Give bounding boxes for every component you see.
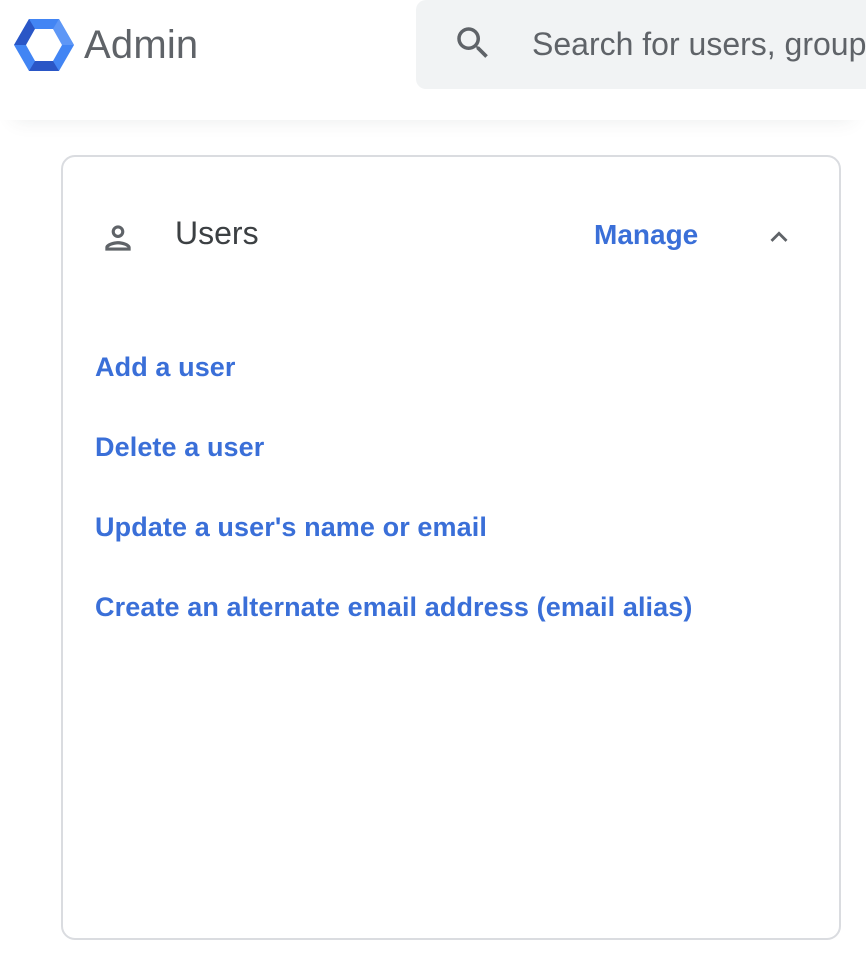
collapse-card-button[interactable] — [757, 215, 801, 259]
admin-brand[interactable]: Admin — [14, 17, 198, 73]
list-item: Update a user's name or email — [95, 507, 693, 587]
search-input[interactable] — [532, 0, 866, 89]
list-item: Create an alternate email address (email… — [95, 587, 693, 667]
hexagon-logo-icon — [14, 19, 74, 71]
users-card-header: Users Manage — [63, 157, 839, 317]
search-bar[interactable] — [416, 0, 866, 89]
manage-users-link[interactable]: Manage — [594, 219, 698, 251]
app-name: Admin — [84, 22, 199, 67]
delete-user-link[interactable]: Delete a user — [95, 432, 264, 462]
add-user-link[interactable]: Add a user — [95, 352, 236, 382]
search-icon[interactable] — [452, 22, 494, 64]
list-item: Add a user — [95, 347, 693, 427]
chevron-up-icon — [770, 231, 788, 242]
person-icon — [105, 225, 131, 251]
create-email-alias-link[interactable]: Create an alternate email address (email… — [95, 592, 693, 622]
users-card: Users Manage Add a user Delete a user Up… — [61, 155, 841, 940]
top-app-bar: Admin — [0, 0, 866, 120]
users-task-list: Add a user Delete a user Update a user's… — [95, 347, 693, 667]
users-card-title: Users — [175, 215, 259, 251]
list-item: Delete a user — [95, 427, 693, 507]
update-user-name-email-link[interactable]: Update a user's name or email — [95, 512, 487, 542]
